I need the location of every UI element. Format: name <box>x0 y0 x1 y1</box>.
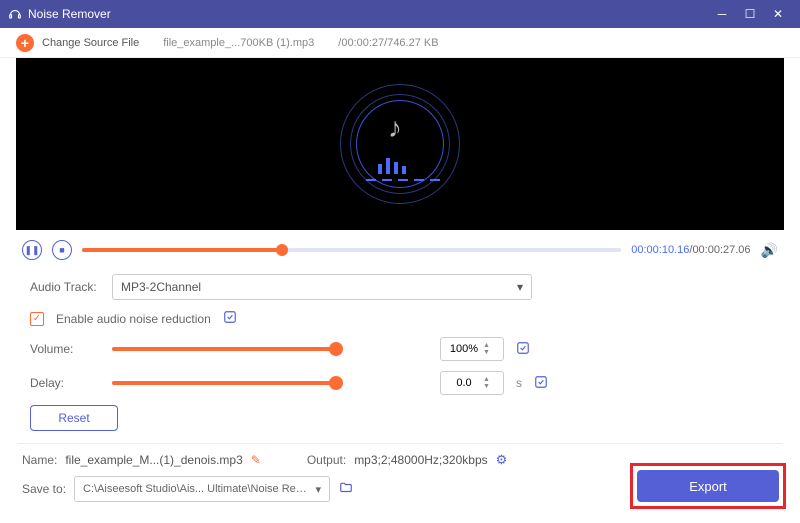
source-bar: + Change Source File file_example_...700… <box>0 28 800 58</box>
delay-stepper[interactable]: ▲▼ <box>483 376 490 390</box>
delay-slider[interactable] <box>112 381 336 385</box>
titlebar: Noise Remover ─ ☐ ✕ <box>0 0 800 28</box>
audio-visualizer: ♪ <box>340 84 460 204</box>
audio-track-select[interactable]: MP3-2Channel ▾ <box>112 274 532 300</box>
audio-track-value: MP3-2Channel <box>121 280 201 294</box>
maximize-button[interactable]: ☐ <box>736 0 764 28</box>
saveto-select[interactable]: C:\Aiseesoft Studio\Ais... Ultimate\Nois… <box>74 476 330 502</box>
speaker-icon[interactable]: 🔊 <box>761 242 778 259</box>
volume-stepper[interactable]: ▲▼ <box>483 342 490 356</box>
noise-reduction-label: Enable audio noise reduction <box>56 312 211 326</box>
volume-value[interactable] <box>445 343 483 355</box>
add-source-icon[interactable]: + <box>16 34 34 52</box>
output-settings-icon[interactable]: ⚙ <box>496 452 508 468</box>
music-note-icon: ♪ <box>388 112 402 144</box>
open-folder-icon[interactable] <box>338 481 354 498</box>
close-button[interactable]: ✕ <box>764 0 792 28</box>
delay-value[interactable] <box>445 377 483 389</box>
chevron-down-icon: ▾ <box>316 483 322 496</box>
reset-button[interactable]: Reset <box>30 405 118 431</box>
audio-track-label: Audio Track: <box>30 280 100 294</box>
export-highlight: Export <box>630 463 786 509</box>
stop-button[interactable]: ■ <box>52 240 72 260</box>
volume-reset-icon[interactable] <box>516 341 530 358</box>
seek-bar[interactable] <box>82 248 621 252</box>
volume-input[interactable]: ▲▼ <box>440 337 504 361</box>
minimize-button[interactable]: ─ <box>708 0 736 28</box>
output-name: file_example_M...(1)_denois.mp3 <box>65 453 242 467</box>
delay-reset-icon[interactable] <box>534 375 548 392</box>
app-logo-icon <box>8 7 22 21</box>
noise-settings-icon[interactable] <box>223 310 237 327</box>
delay-input[interactable]: ▲▼ <box>440 371 504 395</box>
delay-unit: s <box>516 376 522 390</box>
saveto-path: C:\Aiseesoft Studio\Ais... Ultimate\Nois… <box>83 483 315 495</box>
divider <box>18 443 782 444</box>
volume-slider[interactable] <box>112 347 336 351</box>
delay-label: Delay: <box>30 376 100 390</box>
saveto-label: Save to: <box>22 482 66 496</box>
output-label: Output: <box>307 453 346 467</box>
name-label: Name: <box>22 453 57 467</box>
noise-reduction-checkbox[interactable]: ✓ <box>30 312 44 326</box>
source-filename: file_example_...700KB (1).mp3 <box>163 37 314 49</box>
app-title: Noise Remover <box>28 7 111 21</box>
edit-name-icon[interactable]: ✎ <box>251 453 261 467</box>
playback-controls: ❚❚ ■ 00:00:10.16/00:00:27.06 🔊 <box>0 230 800 266</box>
chevron-down-icon: ▾ <box>517 280 523 294</box>
source-meta: /00:00:27/746.27 KB <box>338 37 438 49</box>
pause-button[interactable]: ❚❚ <box>22 240 42 260</box>
change-source-link[interactable]: Change Source File <box>42 37 139 49</box>
timecode: 00:00:10.16/00:00:27.06 <box>631 244 750 256</box>
volume-label: Volume: <box>30 342 100 356</box>
export-button[interactable]: Export <box>637 470 779 502</box>
output-format: mp3;2;48000Hz;320kbps <box>354 453 487 467</box>
preview-area: ♪ <box>16 58 784 230</box>
